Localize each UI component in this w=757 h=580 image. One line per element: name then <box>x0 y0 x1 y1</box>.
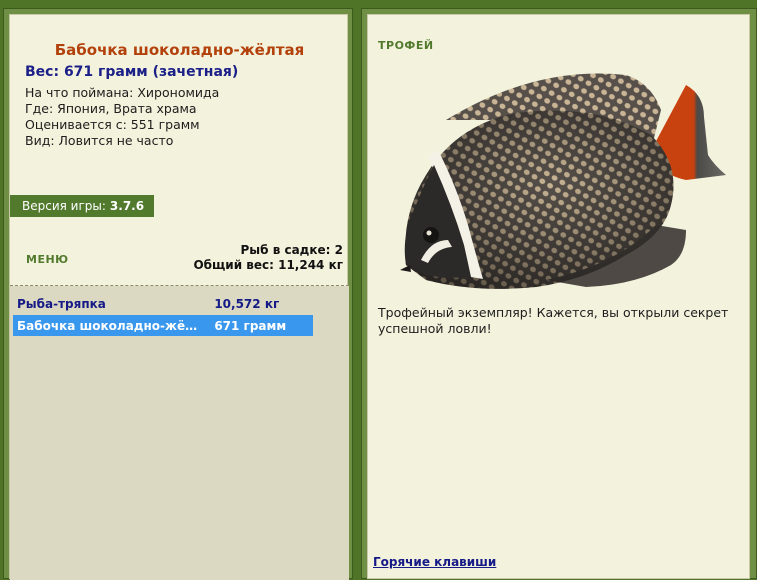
keepnet-stats: Рыб в садке: 2 Общий вес: 11,244 кг <box>193 243 343 273</box>
menu-button[interactable]: МЕНЮ <box>26 253 69 266</box>
value-info: Оценивается с: 551 грамм <box>25 117 200 132</box>
version-label: Версия игры: <box>22 199 106 213</box>
catch-list-item-selected[interactable]: Бабочка шоколадно-жё… 671 грамм <box>13 315 313 336</box>
catch-list-item[interactable]: Рыба-тряпка 10,572 кг <box>13 293 313 314</box>
trophy-label: ТРОФЕЙ <box>378 39 434 52</box>
catch-info-panel: Бабочка шоколадно-жёлтая Вес: 671 грамм … <box>9 14 349 580</box>
version-badge: Версия игры: 3.7.6 <box>10 195 154 217</box>
version-value: 3.7.6 <box>109 199 145 213</box>
fish-weight: Вес: 671 грамм (зачетная) <box>25 64 239 80</box>
bait-info: На что поймана: Хирономида <box>25 85 220 100</box>
hotkeys-link[interactable]: Горячие клавиши <box>373 555 496 569</box>
trophy-panel: ТРОФЕЙ Трофейный экземпляр! Кажется, вы … <box>367 14 750 579</box>
fish-name-title: Бабочка шоколадно-жёлтая <box>54 41 305 59</box>
catch-item-weight: 671 грамм <box>214 318 287 333</box>
location-info: Где: Япония, Врата храма <box>25 101 197 116</box>
trophy-message: Трофейный экземпляр! Кажется, вы открыли… <box>378 305 729 336</box>
catch-list: Рыба-тряпка 10,572 кг Бабочка шоколадно-… <box>10 286 349 580</box>
catch-item-weight: 10,572 кг <box>214 296 280 311</box>
rarity-info: Вид: Ловится не часто <box>25 133 174 148</box>
fish-count: Рыб в садке: 2 <box>240 243 344 257</box>
total-weight: Общий вес: 11,244 кг <box>193 258 343 272</box>
butterflyfish-icon <box>400 73 726 289</box>
catch-item-name: Рыба-тряпка <box>17 296 106 311</box>
catch-item-name: Бабочка шоколадно-жё… <box>17 318 198 333</box>
